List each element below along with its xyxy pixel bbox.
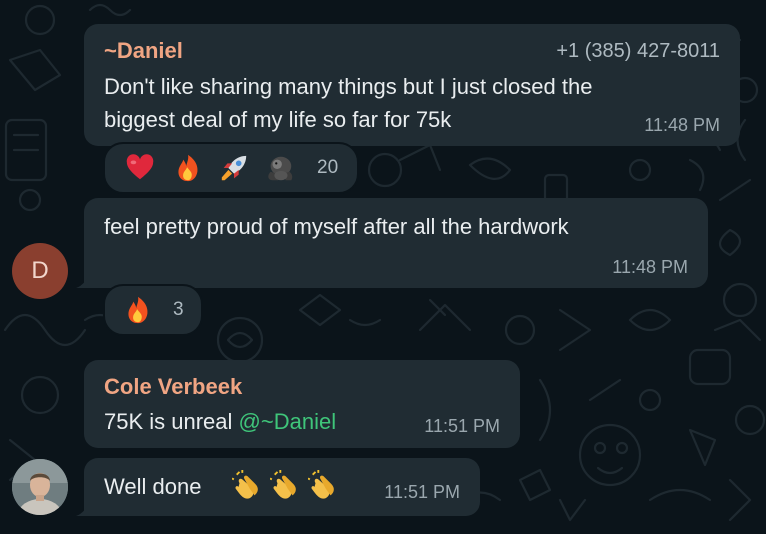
message-text-line-2: biggest deal of my life so far for 75k [104,107,452,132]
fire-icon [178,154,198,182]
message-time: 11:48 PM [612,257,688,277]
avatar[interactable]: D [12,243,68,299]
clapping-hands-icon [308,470,334,499]
avatar[interactable] [12,459,68,515]
mention-link[interactable]: @~Daniel [239,409,337,434]
heart-icon [126,154,154,180]
sender-name[interactable]: ~Daniel [104,38,183,64]
bubble-tail [76,502,90,516]
message-text: 75K is unreal @~Daniel [104,409,336,435]
message-text-body: 75K is unreal [104,409,233,434]
message-time: 11:51 PM [384,482,460,502]
reaction-count: 20 [317,157,339,178]
sender-phone: +1 (385) 427-8011 [556,40,720,62]
reactions-bar-2[interactable]: 3 [103,284,203,336]
bubble-tail [76,274,90,288]
sender-name[interactable]: Cole Verbeek [104,374,242,400]
clapping-hands-icon [232,470,258,499]
message-bubble-1[interactable]: ~Daniel +1 (385) 427-8011 Don't like sha… [84,24,740,146]
avatar-photo [12,459,68,515]
fire-icon [128,296,148,324]
message-text-line-1: Don't like sharing many things but I jus… [104,74,593,99]
reactions-bar-1[interactable]: 20 [103,142,359,194]
message-time: 11:48 PM [644,115,720,135]
message-bubble-4[interactable]: Well done 11:51 PM [76,458,480,516]
message-bubble-2[interactable]: feel pretty proud of myself after all th… [76,198,708,288]
reaction-count: 3 [173,299,184,320]
gorilla-icon [268,156,293,181]
clapping-hands-icon [270,470,296,499]
message-text-line-1: feel pretty proud of myself after all th… [104,214,569,239]
message-bubble-3[interactable]: Cole Verbeek 75K is unreal @~Daniel 11:5… [84,360,520,448]
rocket-icon [221,155,247,181]
message-time: 11:51 PM [424,416,500,436]
message-text: Well done [104,474,202,499]
